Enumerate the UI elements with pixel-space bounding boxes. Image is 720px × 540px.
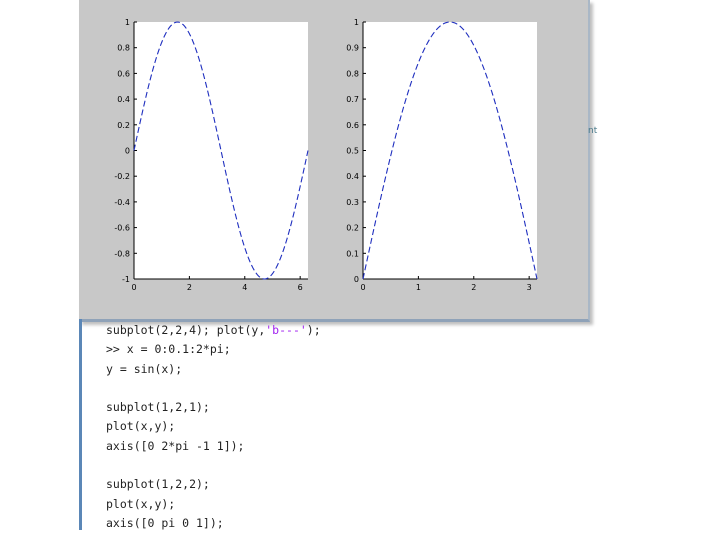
command-text: subplot(2,2,4); plot(y, <box>106 323 266 337</box>
command-line <box>106 456 321 475</box>
y-tick-label: 1 <box>125 18 130 27</box>
command-text: y = sin(x); <box>106 361 183 376</box>
command-line: subplot(1,2,1); <box>106 398 321 417</box>
y-tick-label: 1 <box>354 18 359 27</box>
command-text: plot(x,y); <box>106 419 176 434</box>
y-tick-label: 0.6 <box>346 121 359 130</box>
figure-canvas[interactable]: 10.80.60.40.20-0.2-0.4-0.6-0.8-10 2 4 610.9… <box>79 0 588 319</box>
command-line: subplot(2,2,4); plot(y,'b---'); <box>106 321 321 340</box>
y-tick-label: 0.4 <box>117 95 130 104</box>
y-tick-label: 0.4 <box>346 172 359 181</box>
axes-left <box>134 22 308 279</box>
string-literal: 'b---' <box>265 323 307 337</box>
command-text: plot(x,y); <box>106 496 176 511</box>
x-tick-label: 0 <box>131 283 136 292</box>
x-tick-label: 6 <box>298 283 303 292</box>
command-line: axis([0 pi 0 1]); <box>106 514 321 533</box>
command-text: subplot(1,2,2); <box>106 477 210 492</box>
y-tick-label: 0.9 <box>346 44 359 53</box>
command-line: plot(x,y); <box>106 417 321 436</box>
figure-window[interactable]: 1 0.8 0.6 0.4 0.2 0 -0.2 -0.4 -0.6 -0.8 -1 0 2 4 6 1 0.9… <box>79 0 590 322</box>
y-tick-label: 0.2 <box>346 224 359 233</box>
command-text: ); <box>306 323 321 337</box>
command-window-text[interactable]: subplot(2,2,4); plot(y,'b---'); >> x = 0:… <box>106 321 321 533</box>
y-tick-label: -0.2 <box>114 172 130 181</box>
x-tick-label: 2 <box>187 283 192 292</box>
x-tick-label: 3 <box>527 283 532 292</box>
y-tick-label: 0.2 <box>117 121 130 130</box>
y-tick-label: -0.6 <box>114 224 130 233</box>
y-tick-label: 0.3 <box>346 198 359 207</box>
y-tick-label: 0.6 <box>117 69 130 78</box>
x-tick-label: 1 <box>416 283 421 292</box>
y-tick-label: -0.4 <box>114 198 130 207</box>
x-tick-label: 4 <box>242 283 247 292</box>
command-text: axis([0 pi 0 1]); <box>106 515 224 530</box>
command-text: subplot(1,2,1); <box>106 400 210 415</box>
y-tick-label: 0.1 <box>346 249 359 258</box>
y-tick-label: -1 <box>122 275 130 284</box>
y-tick-label: 0.8 <box>346 69 359 78</box>
command-window-edge <box>79 319 82 530</box>
x-tick-label: 0 <box>360 283 365 292</box>
y-tick-label: -0.8 <box>114 249 130 258</box>
command-text: axis([0 2*pi -1 1]); <box>106 438 245 453</box>
y-tick-label: 0.8 <box>117 44 130 53</box>
command-line: >> x = 0:0.1:2*pi; <box>106 340 321 359</box>
command-line: y = sin(x); <box>106 360 321 379</box>
command-line <box>106 379 321 398</box>
y-tick-label: 0.7 <box>346 95 359 104</box>
x-tick-label: 2 <box>471 283 476 292</box>
y-tick-label: 0.5 <box>346 147 359 156</box>
side-text-fragment: nt <box>588 126 598 136</box>
axes-right <box>363 22 537 279</box>
y-tick-label: 0 <box>125 147 130 156</box>
command-line: axis([0 2*pi -1 1]); <box>106 437 321 456</box>
command-line: subplot(1,2,2); <box>106 475 321 494</box>
command-line: plot(x,y); <box>106 495 321 514</box>
y-tick-label: 0 <box>354 275 359 284</box>
command-text: >> x = 0:0.1:2*pi; <box>106 342 231 357</box>
